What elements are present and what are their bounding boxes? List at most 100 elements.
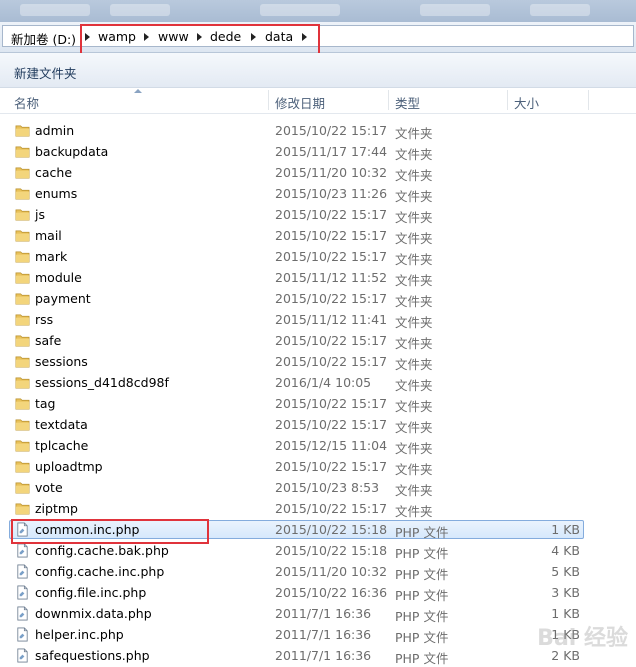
file-name: sessions <box>35 354 88 369</box>
file-type: PHP 文件 <box>395 630 449 645</box>
modified-date: 2015/10/22 15:17 <box>275 123 388 138</box>
file-type: 文件夹 <box>395 315 433 330</box>
modified-date: 2015/10/22 15:17 <box>275 396 388 411</box>
file-type: 文件夹 <box>395 399 433 414</box>
file-type: PHP 文件 <box>395 588 449 603</box>
modified-date: 2015/10/22 15:17 <box>275 228 388 243</box>
folder-row[interactable]: safe 2015/10/22 15:17 文件夹 <box>0 330 636 351</box>
folder-icon <box>15 207 30 222</box>
column-date[interactable]: 修改日期 <box>275 93 325 112</box>
folder-row[interactable]: textdata 2015/10/22 15:17 文件夹 <box>0 414 636 435</box>
folder-row[interactable]: tag 2015/10/22 15:17 文件夹 <box>0 393 636 414</box>
file-type: 文件夹 <box>395 273 433 288</box>
file-name: safe <box>35 333 62 348</box>
column-size[interactable]: 大小 <box>514 93 539 112</box>
file-type: 文件夹 <box>395 168 433 183</box>
folder-row[interactable]: sessions 2015/10/22 15:17 文件夹 <box>0 351 636 372</box>
file-size: 1 KB <box>551 606 580 621</box>
file-type: 文件夹 <box>395 378 433 393</box>
folder-row[interactable]: backupdata 2015/11/17 17:44 文件夹 <box>0 141 636 162</box>
file-highlight-box <box>11 519 209 544</box>
column-divider[interactable] <box>588 90 589 110</box>
folder-row[interactable]: payment 2015/10/22 15:17 文件夹 <box>0 288 636 309</box>
file-type: 文件夹 <box>395 210 433 225</box>
folder-icon <box>15 333 30 348</box>
folder-icon <box>15 312 30 327</box>
file-type: 文件夹 <box>395 294 433 309</box>
modified-date: 2015/10/22 15:17 <box>275 333 388 348</box>
modified-date: 2015/11/12 11:52 <box>275 270 388 285</box>
folder-row[interactable]: rss 2015/11/12 11:41 文件夹 <box>0 309 636 330</box>
folder-row[interactable]: sessions_d41d8cd98f 2016/1/4 10:05 文件夹 <box>0 372 636 393</box>
modified-date: 2015/10/22 16:36 <box>275 585 388 600</box>
folder-row[interactable]: tplcache 2015/12/15 11:04 文件夹 <box>0 435 636 456</box>
new-folder-button[interactable]: 新建文件夹 <box>14 63 77 82</box>
taskbar-strip <box>0 0 636 22</box>
column-divider[interactable] <box>507 90 508 110</box>
file-row[interactable]: config.file.inc.php 2015/10/22 16:36 PHP 文… <box>0 582 636 603</box>
file-name: config.file.inc.php <box>35 585 147 600</box>
modified-date: 2015/10/22 15:17 <box>275 501 388 516</box>
file-name: js <box>35 207 45 222</box>
modified-date: 2015/12/15 11:04 <box>275 438 388 453</box>
file-row[interactable]: config.cache.inc.php 2015/11/20 10:32 PHP … <box>0 561 636 582</box>
column-name[interactable]: 名称 <box>14 93 39 112</box>
modified-date: 2015/10/23 8:53 <box>275 480 380 495</box>
file-type: 文件夹 <box>395 420 433 435</box>
folder-row[interactable]: admin 2015/10/22 15:17 文件夹 <box>0 120 636 141</box>
file-name: enums <box>35 186 78 201</box>
modified-date: 2015/10/22 15:17 <box>275 291 388 306</box>
file-type: 文件夹 <box>395 147 433 162</box>
modified-date: 2011/7/1 16:36 <box>275 648 372 663</box>
file-name: config.cache.inc.php <box>35 564 165 579</box>
address-highlight-box <box>80 24 320 56</box>
file-list: admin 2015/10/22 15:17 文件夹 backupdata 2015/1… <box>0 120 636 666</box>
file-name: helper.inc.php <box>35 627 124 642</box>
breadcrumb-drive[interactable]: 新加卷 (D:) <box>11 29 76 48</box>
file-name: tplcache <box>35 438 89 453</box>
folder-icon <box>15 396 30 411</box>
folder-icon <box>15 228 30 243</box>
folder-row[interactable]: cache 2015/11/20 10:32 文件夹 <box>0 162 636 183</box>
file-type: PHP 文件 <box>395 651 449 666</box>
file-type: 文件夹 <box>395 483 433 498</box>
file-name: cache <box>35 165 73 180</box>
modified-date: 2015/10/22 15:17 <box>275 249 388 264</box>
php-file-icon <box>15 543 30 558</box>
folder-row[interactable]: mark 2015/10/22 15:17 文件夹 <box>0 246 636 267</box>
folder-icon <box>15 291 30 306</box>
folder-row[interactable]: js 2015/10/22 15:17 文件夹 <box>0 204 636 225</box>
toolbar: 新建文件夹 <box>0 53 636 88</box>
folder-icon <box>15 459 30 474</box>
folder-row[interactable]: ziptmp 2015/10/22 15:17 文件夹 <box>0 498 636 519</box>
folder-row[interactable]: enums 2015/10/23 11:26 文件夹 <box>0 183 636 204</box>
file-name: mark <box>35 249 68 264</box>
file-name: backupdata <box>35 144 109 159</box>
column-type[interactable]: 类型 <box>395 93 420 112</box>
folder-row[interactable]: vote 2015/10/23 8:53 文件夹 <box>0 477 636 498</box>
modified-date: 2015/10/23 11:26 <box>275 186 388 201</box>
folder-icon <box>15 501 30 516</box>
column-divider[interactable] <box>268 90 269 110</box>
folder-row[interactable]: mail 2015/10/22 15:17 文件夹 <box>0 225 636 246</box>
folder-icon <box>15 417 30 432</box>
file-type: 文件夹 <box>395 357 433 372</box>
file-size: 3 KB <box>551 585 580 600</box>
column-divider[interactable] <box>388 90 389 110</box>
modified-date: 2015/10/22 15:18 <box>275 543 388 558</box>
modified-date: 2015/11/20 10:32 <box>275 564 388 579</box>
file-type: 文件夹 <box>395 252 433 267</box>
file-type: 文件夹 <box>395 126 433 141</box>
modified-date: 2015/10/22 15:18 <box>275 522 388 537</box>
file-type: PHP 文件 <box>395 525 449 540</box>
modified-date: 2015/10/22 15:17 <box>275 417 388 432</box>
modified-date: 2015/11/12 11:41 <box>275 312 388 327</box>
folder-row[interactable]: module 2015/11/12 11:52 文件夹 <box>0 267 636 288</box>
file-name: downmix.data.php <box>35 606 152 621</box>
file-name: mail <box>35 228 62 243</box>
folder-row[interactable]: uploadtmp 2015/10/22 15:17 文件夹 <box>0 456 636 477</box>
file-name: vote <box>35 480 63 495</box>
file-name: admin <box>35 123 75 138</box>
file-name: safequestions.php <box>35 648 150 663</box>
file-name: ziptmp <box>35 501 78 516</box>
